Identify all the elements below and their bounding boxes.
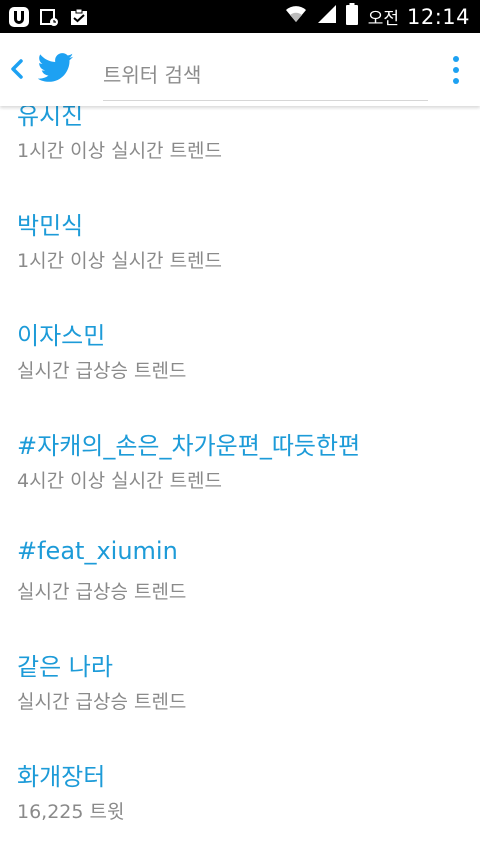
trend-title: 이자스민 bbox=[17, 322, 106, 350]
search-field[interactable] bbox=[103, 49, 428, 101]
trend-subtitle: 1시간 이상 실시간 트렌드 bbox=[17, 140, 223, 162]
menu-dot bbox=[453, 78, 459, 84]
trend-subtitle: 16,225 트윗 bbox=[17, 801, 125, 823]
chevron-left-icon bbox=[11, 59, 23, 79]
search-input[interactable] bbox=[103, 62, 428, 87]
trend-subtitle: 실시간 급상승 트렌드 bbox=[17, 581, 187, 603]
trend-item[interactable]: 화개장터 16,225 트윗 bbox=[0, 757, 480, 853]
trend-item[interactable]: #feat_xiumin 실시간 급상승 트렌드 bbox=[0, 537, 480, 647]
trend-item[interactable]: 같은 나라 실시간 급상승 트렌드 bbox=[0, 647, 480, 757]
trend-subtitle: 실시간 급상승 트렌드 bbox=[17, 691, 187, 713]
status-bar-system: 오전 12:14 bbox=[284, 3, 470, 30]
trend-item[interactable]: 박민식 1시간 이상 실시간 트렌드 bbox=[0, 206, 480, 316]
calendar-icon bbox=[38, 6, 60, 28]
wifi-icon bbox=[284, 4, 308, 29]
clock-time: 12:14 bbox=[406, 4, 470, 29]
trend-subtitle: 실시간 급상승 트렌드 bbox=[17, 360, 187, 382]
trend-title: 같은 나라 bbox=[17, 653, 113, 681]
menu-dot bbox=[453, 67, 459, 73]
trend-title: 유시진 bbox=[17, 106, 84, 130]
status-bar-notifications bbox=[8, 6, 90, 28]
trend-subtitle: 1시간 이상 실시간 트렌드 bbox=[17, 250, 223, 272]
status-bar: 오전 12:14 bbox=[0, 0, 480, 33]
clipboard-check-icon bbox=[68, 6, 90, 28]
trend-item[interactable]: 유시진 1시간 이상 실시간 트렌드 bbox=[0, 106, 480, 206]
trend-title: 화개장터 bbox=[17, 763, 106, 791]
trend-title: #자캐의_손은_차가운편_따듯한편 bbox=[17, 432, 361, 460]
trend-item[interactable]: #자캐의_손은_차가운편_따듯한편 4시간 이상 실시간 트렌드 bbox=[0, 426, 480, 536]
trend-subtitle: 4시간 이상 실시간 트렌드 bbox=[17, 470, 223, 492]
clock-ampm: 오전 bbox=[367, 9, 399, 29]
app-bar bbox=[0, 33, 480, 106]
overflow-menu-icon[interactable] bbox=[444, 53, 468, 87]
trend-item[interactable]: 이자스민 실시간 급상승 트렌드 bbox=[0, 316, 480, 426]
trends-list: 유시진 1시간 이상 실시간 트렌드 박민식 1시간 이상 실시간 트렌드 이자… bbox=[0, 106, 480, 853]
trend-title: #feat_xiumin bbox=[17, 537, 178, 565]
trend-title: 박민식 bbox=[17, 212, 84, 240]
menu-dot bbox=[453, 56, 459, 62]
twitter-bird-icon[interactable] bbox=[37, 53, 74, 85]
u-app-icon bbox=[8, 6, 30, 28]
back-button[interactable] bbox=[6, 55, 28, 83]
battery-icon bbox=[345, 3, 358, 30]
signal-icon bbox=[316, 4, 338, 29]
